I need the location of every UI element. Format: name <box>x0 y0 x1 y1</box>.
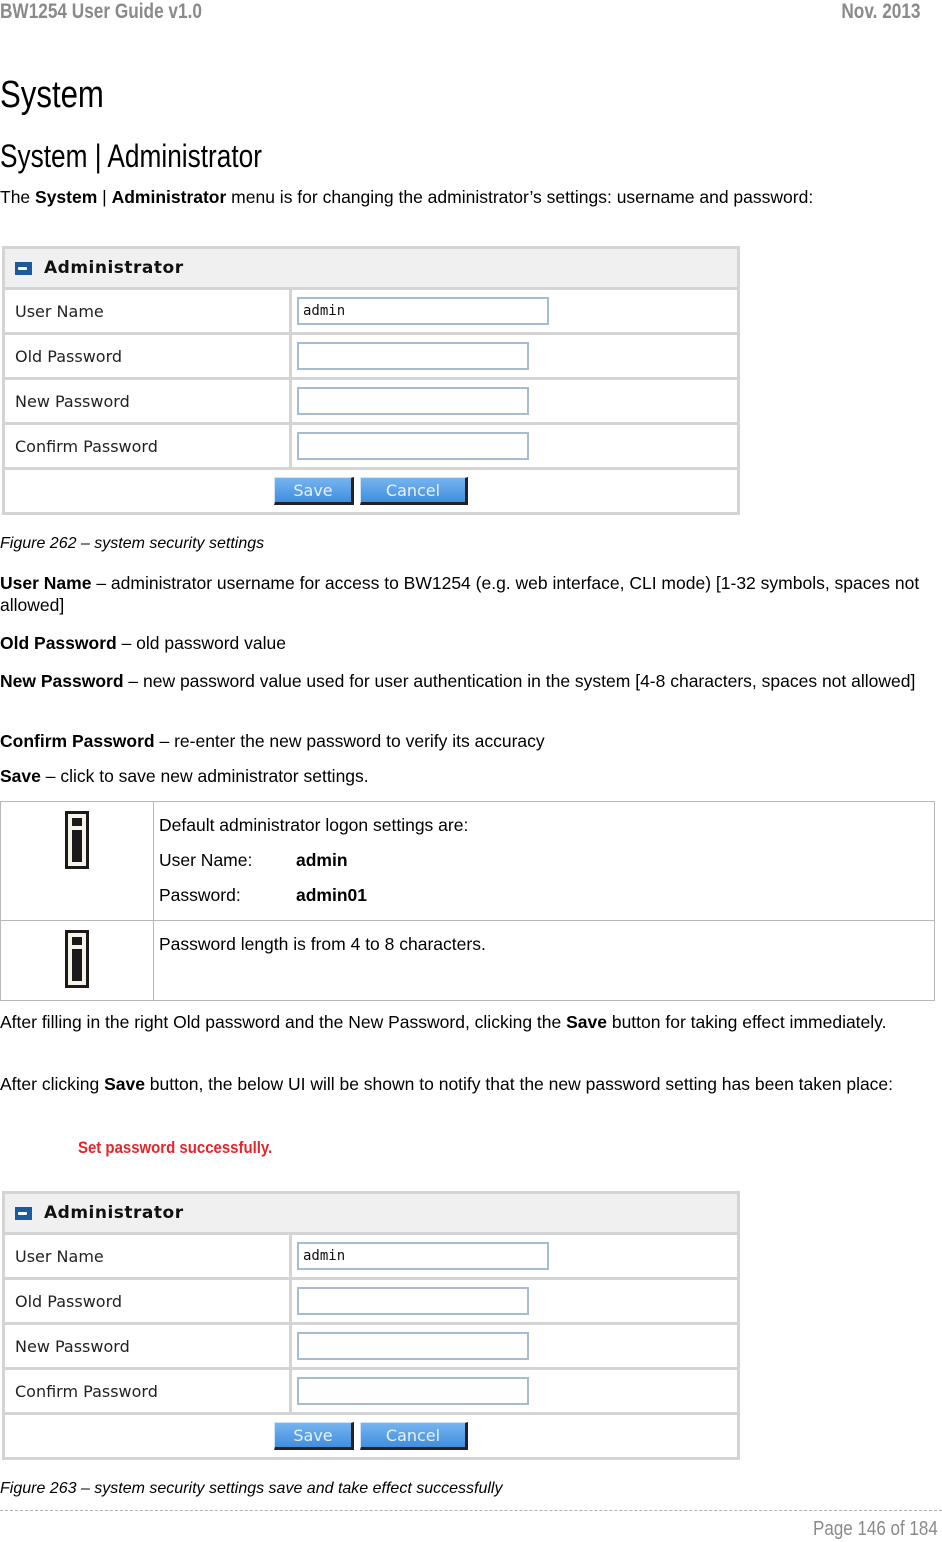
note-row-defaults: Default administrator logon settings are… <box>0 801 935 921</box>
note-password-length: Password length is from 4 to 8 character… <box>159 934 486 954</box>
panel-header: Administrator <box>5 1194 737 1235</box>
definition-term: Confirm Password <box>0 731 155 751</box>
paragraph-bold-save: Save <box>104 1074 145 1094</box>
default-password-label: Password: <box>159 885 241 905</box>
user-name-row: User Name <box>5 1235 737 1280</box>
intro-text: The <box>0 187 36 207</box>
paragraph-bold-save: Save <box>566 1012 607 1032</box>
new-password-row: New Password <box>5 1325 737 1370</box>
new-password-label: New Password <box>5 380 292 422</box>
intro-bold-administrator: Administrator <box>111 187 227 207</box>
new-password-row: New Password <box>5 380 737 425</box>
panel-header: Administrator <box>5 249 737 290</box>
paragraph-text: After filling in the right Old password … <box>0 1012 567 1032</box>
old-password-input[interactable] <box>297 342 529 370</box>
confirm-password-input[interactable] <box>297 1377 529 1405</box>
paragraph-text: After clicking <box>0 1074 105 1094</box>
info-icon <box>65 930 89 988</box>
intro-separator: | <box>97 187 112 207</box>
paragraph-text-suffix: button, the below UI will be shown to no… <box>144 1074 894 1094</box>
user-name-input[interactable] <box>297 1242 549 1270</box>
confirm-password-row: Confirm Password <box>5 425 737 470</box>
definition-text: – administrator username for access to B… <box>0 573 920 615</box>
key-icon <box>15 261 32 275</box>
intro-bold-system: System <box>35 187 98 207</box>
new-password-label: New Password <box>5 1325 292 1367</box>
panel-title: Administrator <box>44 258 184 278</box>
new-password-input[interactable] <box>297 387 529 415</box>
definition-term: Save <box>0 766 41 786</box>
confirm-password-label: Confirm Password <box>5 425 292 467</box>
new-password-input[interactable] <box>297 1332 529 1360</box>
cancel-button[interactable]: Cancel <box>360 477 468 505</box>
user-name-row: User Name <box>5 290 737 335</box>
after-filling-paragraph: After filling in the right Old password … <box>0 1011 940 1033</box>
save-button[interactable]: Save <box>274 1422 354 1450</box>
definition-term: User Name <box>0 573 92 593</box>
panel-title: Administrator <box>44 1203 184 1223</box>
confirm-password-label: Confirm Password <box>5 1370 292 1412</box>
cancel-button[interactable]: Cancel <box>360 1422 468 1450</box>
default-password-value: admin01 <box>296 885 367 905</box>
definition-text: – old password value <box>116 633 286 653</box>
old-password-label: Old Password <box>5 335 292 377</box>
info-icon <box>65 811 89 869</box>
intro-text-suffix: menu is for changing the administrator’s… <box>226 187 814 207</box>
after-clicking-paragraph: After clicking Save button, the below UI… <box>0 1073 900 1095</box>
subsection-title: System | Administrator <box>0 138 263 174</box>
definition-user-name: User Name – administrator username for a… <box>0 572 940 616</box>
key-icon <box>15 1206 32 1220</box>
save-button[interactable]: Save <box>274 477 354 505</box>
default-username: User Name: admin <box>159 849 934 871</box>
user-name-label: User Name <box>5 290 292 332</box>
old-password-row: Old Password <box>5 335 737 380</box>
document-title-header: BW1254 User Guide v1.0 <box>0 0 202 23</box>
button-row: Save Cancel <box>5 1415 737 1457</box>
old-password-label: Old Password <box>5 1280 292 1322</box>
definition-save: Save – click to save new administrator s… <box>0 765 940 787</box>
figure-262-caption: Figure 262 – system security settings <box>0 535 265 552</box>
figure-263-caption: Figure 263 – system security settings sa… <box>0 1480 503 1497</box>
definition-term: Old Password <box>0 633 117 653</box>
note-row-password-length: Password length is from 4 to 8 character… <box>0 920 935 1001</box>
confirm-password-input[interactable] <box>297 432 529 460</box>
definition-text: – new password value used for user authe… <box>123 671 916 691</box>
document-date-header: Nov. 2013 <box>840 0 920 23</box>
page-number: Page 146 of 184 <box>813 1518 938 1540</box>
definition-text: – click to save new administrator settin… <box>40 766 369 786</box>
user-name-label: User Name <box>5 1235 292 1277</box>
definition-term: New Password <box>0 671 124 691</box>
footer-divider <box>0 1510 942 1511</box>
user-name-input[interactable] <box>297 297 549 325</box>
old-password-input[interactable] <box>297 1287 529 1315</box>
notes-table: Default administrator logon settings are… <box>0 801 935 1001</box>
button-row: Save Cancel <box>5 470 737 512</box>
definition-old-password: Old Password – old password value <box>0 632 940 654</box>
default-username-label: User Name: <box>159 850 253 870</box>
default-password: Password: admin01 <box>159 884 934 906</box>
paragraph-text-suffix: button for taking effect immediately. <box>606 1012 887 1032</box>
definition-text: – re-enter the new password to verify it… <box>154 731 545 751</box>
section-title: System <box>0 74 104 116</box>
administrator-panel-success: Administrator User Name Old Password New… <box>2 1191 740 1460</box>
note-defaults-intro: Default administrator logon settings are… <box>159 815 469 835</box>
intro-paragraph: The System | Administrator menu is for c… <box>0 186 940 208</box>
definition-new-password: New Password – new password value used f… <box>0 670 940 692</box>
administrator-panel: Administrator User Name Old Password New… <box>2 246 740 515</box>
success-message: Set password successfully. <box>78 1138 273 1157</box>
old-password-row: Old Password <box>5 1280 737 1325</box>
default-username-value: admin <box>296 850 348 870</box>
confirm-password-row: Confirm Password <box>5 1370 737 1415</box>
definition-confirm-password: Confirm Password – re-enter the new pass… <box>0 730 940 752</box>
